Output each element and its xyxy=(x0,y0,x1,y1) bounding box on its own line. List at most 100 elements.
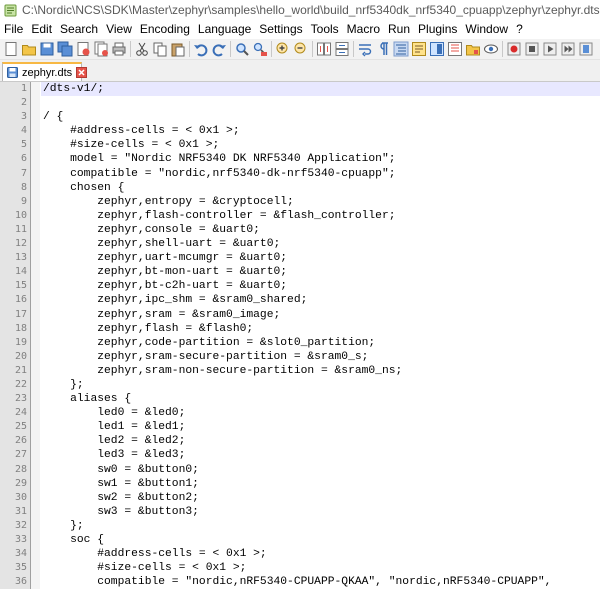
code-line[interactable]: 23 aliases { xyxy=(0,392,600,406)
code-text[interactable]: zephyr,sram-secure-partition = &sram0_s; xyxy=(41,350,600,364)
print-icon[interactable] xyxy=(111,41,127,57)
code-line[interactable]: 36 compatible = "nordic,nRF5340-CPUAPP-Q… xyxy=(0,575,600,589)
menu-file[interactable]: File xyxy=(0,20,27,39)
code-line[interactable]: 26 led2 = &led2; xyxy=(0,434,600,448)
play-macro-icon[interactable] xyxy=(542,41,558,57)
code-text[interactable]: zephyr,ipc_shm = &sram0_shared; xyxy=(41,293,600,307)
code-text[interactable]: sw3 = &button3; xyxy=(41,505,600,519)
folder-workspace-icon[interactable] xyxy=(465,41,481,57)
replace-icon[interactable] xyxy=(252,41,268,57)
code-line[interactable]: 11 zephyr,console = &uart0; xyxy=(0,223,600,237)
cut-icon[interactable] xyxy=(134,41,150,57)
sync-horizontal-icon[interactable] xyxy=(334,41,350,57)
code-text[interactable]: chosen { xyxy=(41,181,600,195)
code-line[interactable]: 24 led0 = &led0; xyxy=(0,406,600,420)
editor-area[interactable]: 1/dts-v1/; 2 3/ {4 #address-cells = < 0x1 … xyxy=(0,82,600,589)
code-line[interactable]: 22 }; xyxy=(0,378,600,392)
code-line[interactable]: 18 zephyr,flash = &flash0; xyxy=(0,322,600,336)
menu-view[interactable]: View xyxy=(102,20,136,39)
code-text[interactable]: sw1 = &button1; xyxy=(41,477,600,491)
code-line[interactable]: 25 led1 = &led1; xyxy=(0,420,600,434)
code-text[interactable]: zephyr,code-partition = &slot0_partition… xyxy=(41,336,600,350)
code-text[interactable]: sw2 = &button2; xyxy=(41,491,600,505)
paste-icon[interactable] xyxy=(170,41,186,57)
code-text[interactable]: zephyr,entropy = &cryptocell; xyxy=(41,195,600,209)
menu-encoding[interactable]: Encoding xyxy=(136,20,194,39)
code-line[interactable]: 35 #size-cells = < 0x1 >; xyxy=(0,561,600,575)
code-text[interactable]: led2 = &led2; xyxy=(41,434,600,448)
code-text[interactable]: compatible = "nordic,nRF5340-CPUAPP-QKAA… xyxy=(41,575,600,589)
code-text[interactable]: zephyr,console = &uart0; xyxy=(41,223,600,237)
code-line[interactable]: 6 model = "Nordic NRF5340 DK NRF5340 App… xyxy=(0,152,600,166)
find-icon[interactable] xyxy=(234,41,250,57)
code-line[interactable]: 14 zephyr,bt-mon-uart = &uart0; xyxy=(0,265,600,279)
code-line[interactable]: 31 sw3 = &button3; xyxy=(0,505,600,519)
undo-icon[interactable] xyxy=(193,41,209,57)
menu-plugins[interactable]: Plugins xyxy=(414,20,461,39)
zoom-out-icon[interactable] xyxy=(293,41,309,57)
code-text[interactable]: sw0 = &button0; xyxy=(41,463,600,477)
code-line[interactable]: 19 zephyr,code-partition = &slot0_partit… xyxy=(0,336,600,350)
code-line[interactable]: 16 zephyr,ipc_shm = &sram0_shared; xyxy=(0,293,600,307)
new-file-icon[interactable] xyxy=(3,41,19,57)
code-line[interactable]: 12 zephyr,shell-uart = &uart0; xyxy=(0,237,600,251)
code-text[interactable]: zephyr,bt-mon-uart = &uart0; xyxy=(41,265,600,279)
menu-edit[interactable]: Edit xyxy=(27,20,56,39)
function-list-icon[interactable] xyxy=(447,41,463,57)
monitoring-icon[interactable] xyxy=(483,41,499,57)
menu-window[interactable]: Window xyxy=(461,20,512,39)
code-text[interactable]: model = "Nordic NRF5340 DK NRF5340 Appli… xyxy=(41,152,600,166)
close-icon[interactable] xyxy=(75,41,91,57)
run-macro-multiple-icon[interactable] xyxy=(560,41,576,57)
code-text[interactable]: / { xyxy=(41,110,600,124)
code-text[interactable]: zephyr,shell-uart = &uart0; xyxy=(41,237,600,251)
code-text[interactable]: zephyr,uart-mcumgr = &uart0; xyxy=(41,251,600,265)
code-line[interactable]: 20 zephyr,sram-secure-partition = &sram0… xyxy=(0,350,600,364)
save-all-icon[interactable] xyxy=(57,41,73,57)
code-text[interactable]: zephyr,sram-non-secure-partition = &sram… xyxy=(41,364,600,378)
tab-zephyr-dts[interactable]: zephyr.dts xyxy=(2,62,88,81)
user-lang-icon[interactable] xyxy=(411,41,427,57)
code-line[interactable]: 32 }; xyxy=(0,519,600,533)
stop-record-icon[interactable] xyxy=(524,41,540,57)
code-line[interactable]: 2 xyxy=(0,96,600,110)
code-text[interactable]: #address-cells = < 0x1 >; xyxy=(41,124,600,138)
indent-guide-icon[interactable] xyxy=(393,41,409,57)
code-text[interactable]: aliases { xyxy=(41,392,600,406)
close-tab-icon[interactable] xyxy=(76,67,88,78)
menu-run[interactable]: Run xyxy=(384,20,414,39)
code-line[interactable]: 30 sw2 = &button2; xyxy=(0,491,600,505)
menu-language[interactable]: Language xyxy=(194,20,255,39)
sync-vertical-icon[interactable] xyxy=(316,41,332,57)
code-text[interactable]: led0 = &led0; xyxy=(41,406,600,420)
code-text[interactable]: led3 = &led3; xyxy=(41,448,600,462)
code-line[interactable]: 34 #address-cells = < 0x1 >; xyxy=(0,547,600,561)
code-line[interactable]: 21 zephyr,sram-non-secure-partition = &s… xyxy=(0,364,600,378)
code-text[interactable]: led1 = &led1; xyxy=(41,420,600,434)
save-macro-icon[interactable] xyxy=(578,41,594,57)
close-all-icon[interactable] xyxy=(93,41,109,57)
copy-icon[interactable] xyxy=(152,41,168,57)
code-text[interactable]: compatible = "nordic,nrf5340-dk-nrf5340-… xyxy=(41,167,600,181)
code-text[interactable]: #size-cells = < 0x1 >; xyxy=(41,561,600,575)
code-line[interactable]: 10 zephyr,flash-controller = &flash_cont… xyxy=(0,209,600,223)
code-line[interactable]: 4 #address-cells = < 0x1 >; xyxy=(0,124,600,138)
code-text[interactable]: zephyr,bt-c2h-uart = &uart0; xyxy=(41,279,600,293)
menu-search[interactable]: Search xyxy=(56,20,102,39)
save-icon[interactable] xyxy=(39,41,55,57)
code-line[interactable]: 8 chosen { xyxy=(0,181,600,195)
code-text[interactable]: zephyr,flash = &flash0; xyxy=(41,322,600,336)
menu-help[interactable]: ? xyxy=(512,20,527,39)
code-text[interactable]: /dts-v1/; xyxy=(41,82,600,97)
code-line[interactable]: 7 compatible = "nordic,nrf5340-dk-nrf534… xyxy=(0,167,600,181)
code-line[interactable]: 5 #size-cells = < 0x1 >; xyxy=(0,138,600,152)
code-line[interactable]: 13 zephyr,uart-mcumgr = &uart0; xyxy=(0,251,600,265)
code-line[interactable]: 17 zephyr,sram = &sram0_image; xyxy=(0,308,600,322)
show-all-chars-icon[interactable] xyxy=(375,41,391,57)
code-text[interactable]: }; xyxy=(41,378,600,392)
code-line[interactable]: 3 / { xyxy=(0,110,600,124)
code-text[interactable]: zephyr,flash-controller = &flash_control… xyxy=(41,209,600,223)
code-line[interactable]: 27 led3 = &led3; xyxy=(0,448,600,462)
open-file-icon[interactable] xyxy=(21,41,37,57)
zoom-in-icon[interactable] xyxy=(275,41,291,57)
